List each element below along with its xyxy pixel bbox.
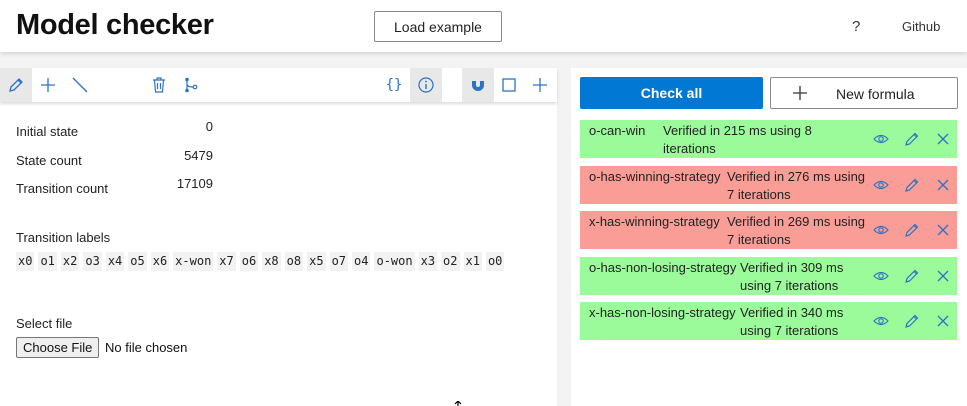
magnet-icon[interactable] — [462, 68, 494, 102]
formula-status: Verified in 276 ms using 7 iterations — [727, 169, 866, 202]
eye-icon[interactable] — [872, 312, 890, 330]
close-icon[interactable] — [934, 221, 952, 239]
file-status: No file chosen — [105, 340, 188, 355]
formula-status: Verified in 215 ms using 8 iterations — [663, 123, 812, 156]
transition-label: o4 — [352, 252, 371, 271]
formula-name[interactable]: o-has-winning-strategy — [589, 168, 729, 186]
transition-label: x5 — [307, 252, 326, 271]
edit-icon[interactable] — [903, 312, 921, 330]
transition-label: o-won — [374, 252, 415, 271]
transition-label: o5 — [128, 252, 147, 271]
close-icon[interactable] — [934, 176, 952, 194]
branch-icon[interactable] — [175, 68, 207, 102]
edit-icon[interactable] — [903, 176, 921, 194]
formula-row: o-has-non-losing-strategy Verified in 30… — [580, 257, 957, 295]
transition-label: x6 — [150, 252, 170, 271]
formula-name[interactable]: o-has-non-losing-strategy — [589, 259, 739, 277]
transition-label: x3 — [418, 252, 438, 271]
formula-name[interactable]: x-has-winning-strategy — [589, 213, 729, 231]
plus-icon — [791, 84, 809, 105]
close-icon[interactable] — [934, 267, 952, 285]
transition-label: x-won — [173, 252, 214, 271]
load-example-button[interactable]: Load example — [374, 11, 502, 42]
transition-label: o6 — [239, 252, 259, 271]
line-icon[interactable] — [64, 68, 96, 102]
braces-icon[interactable]: {} — [378, 68, 410, 102]
formula-row: o-can-win Verified in 215 ms using 8 ite… — [580, 120, 957, 158]
pencil-icon[interactable] — [0, 68, 32, 102]
transition-count-label: Transition count — [16, 181, 109, 196]
square-icon[interactable] — [493, 68, 525, 102]
formula-status: Verified in 340 ms using 7 iterations — [740, 305, 844, 338]
transition-labels-list: x0 o1 x2 o3 x4 o5 x6 x-won x7 o6 x8 o8 x5 o7 o4 o-won x3… — [16, 251, 536, 271]
info-icon[interactable] — [410, 68, 442, 102]
edit-icon[interactable] — [903, 221, 921, 239]
transition-labels-heading: Transition labels — [16, 230, 111, 245]
transition-label: o1 — [38, 252, 57, 271]
select-file-heading: Select file — [16, 316, 73, 331]
transition-label: o7 — [329, 252, 349, 271]
app-header: Model checker Load example ? Github — [0, 0, 967, 52]
transition-label: x4 — [105, 252, 125, 271]
transition-label: o0 — [485, 252, 505, 271]
formula-row: o-has-winning-strategy Verified in 276 m… — [580, 166, 957, 204]
model-panel: {} Initial state 0 State count 5479 Tran… — [0, 68, 557, 406]
eye-icon[interactable] — [872, 267, 890, 285]
transition-label: x1 — [463, 252, 482, 271]
formula-row: x-has-winning-strategy Verified in 269 m… — [580, 211, 957, 249]
state-count-label: State count — [16, 153, 82, 168]
transition-label: o8 — [284, 252, 304, 271]
check-all-button[interactable]: Check all — [580, 77, 763, 109]
close-icon[interactable] — [934, 130, 952, 148]
edit-icon[interactable] — [903, 130, 921, 148]
transition-label: x0 — [16, 252, 35, 271]
close-icon[interactable] — [934, 312, 952, 330]
plus-icon[interactable] — [524, 68, 556, 102]
formula-name[interactable]: x-has-non-losing-strategy — [589, 304, 739, 322]
cursor-icon — [454, 397, 462, 406]
formula-row: x-has-non-losing-strategy Verified in 34… — [580, 302, 957, 340]
state-count-value: 5479 — [184, 148, 213, 163]
transition-label: x2 — [60, 252, 80, 271]
formula-status: Verified in 309 ms using 7 iterations — [740, 260, 844, 293]
formulas-panel: Check all New formula o-can-win Verified… — [571, 68, 967, 406]
transition-label: x8 — [262, 252, 281, 271]
initial-state-value: 0 — [205, 119, 213, 134]
page-title: Model checker — [16, 9, 214, 41]
choose-file-button[interactable]: Choose File — [16, 337, 100, 358]
eye-icon[interactable] — [872, 130, 890, 148]
formula-status: Verified in 269 ms using 7 iterations — [727, 214, 866, 247]
new-formula-label: New formula — [836, 86, 915, 102]
trash-icon[interactable] — [143, 68, 175, 102]
formula-name[interactable]: o-can-win — [589, 122, 649, 140]
edit-icon[interactable] — [903, 267, 921, 285]
transition-count-value: 17109 — [176, 176, 213, 191]
editor-toolbar: {} — [0, 68, 557, 102]
new-formula-button[interactable]: New formula — [770, 77, 958, 109]
plus-icon[interactable] — [32, 68, 64, 102]
transition-label: o3 — [83, 252, 102, 271]
eye-icon[interactable] — [872, 221, 890, 239]
eye-icon[interactable] — [872, 176, 890, 194]
github-link[interactable]: Github — [902, 19, 940, 34]
help-link[interactable]: ? — [852, 18, 860, 35]
transition-label: x7 — [217, 252, 236, 271]
transition-label: o2 — [441, 252, 460, 271]
initial-state-label: Initial state — [16, 124, 79, 139]
